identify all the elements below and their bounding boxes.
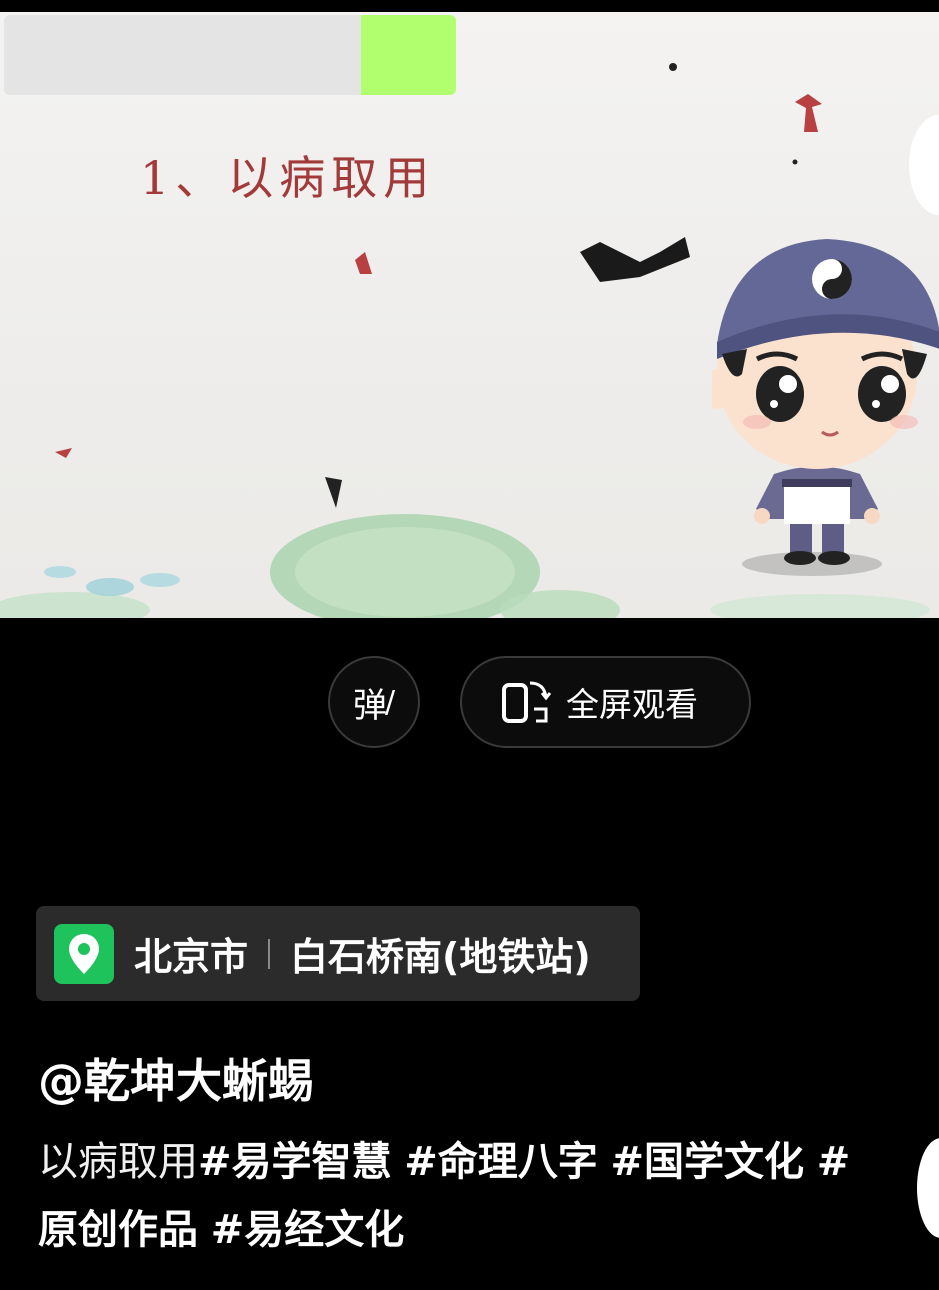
author-name[interactable]: @乾坤大蜥蜴 <box>38 1045 314 1111</box>
fullscreen-label: 全屏观看 <box>566 685 698 724</box>
location-place: 白石桥南(地铁站) <box>290 935 591 979</box>
danmaku-slash-icon: / <box>384 684 396 720</box>
location-divider <box>268 938 271 969</box>
video-slide-title: 1、以病取用 <box>140 151 436 205</box>
danmaku-label: 弹 <box>352 685 387 726</box>
status-bar <box>0 0 939 12</box>
hashtag[interactable]: #易经文化 <box>211 1207 405 1253</box>
side-panel-handle-bottom <box>917 1138 939 1238</box>
hashtag[interactable]: #命理八字 <box>404 1139 598 1185</box>
fullscreen-button[interactable]: 全屏观看 <box>460 656 751 748</box>
caption-text: 以病取用 <box>38 1139 198 1185</box>
cartoon-scholar-illustration <box>712 239 939 576</box>
location-pin-icon <box>54 923 114 984</box>
location-city: 北京市 <box>134 935 249 979</box>
danmaku-toggle-button[interactable]: 弹 / <box>328 656 420 748</box>
location-chip[interactable]: 北京市 白石桥南(地铁站) <box>36 906 640 1001</box>
rotate-phone-icon <box>502 681 552 723</box>
post-caption: 以病取用#易学智慧 #命理八字 #国学文化 #原创作品 #易经文化 <box>38 1128 858 1264</box>
hashtag[interactable]: #易学智慧 <box>198 1139 392 1185</box>
hashtag[interactable]: #国学文化 <box>610 1139 804 1185</box>
video-player[interactable]: 1、以病取用 <box>0 12 939 618</box>
